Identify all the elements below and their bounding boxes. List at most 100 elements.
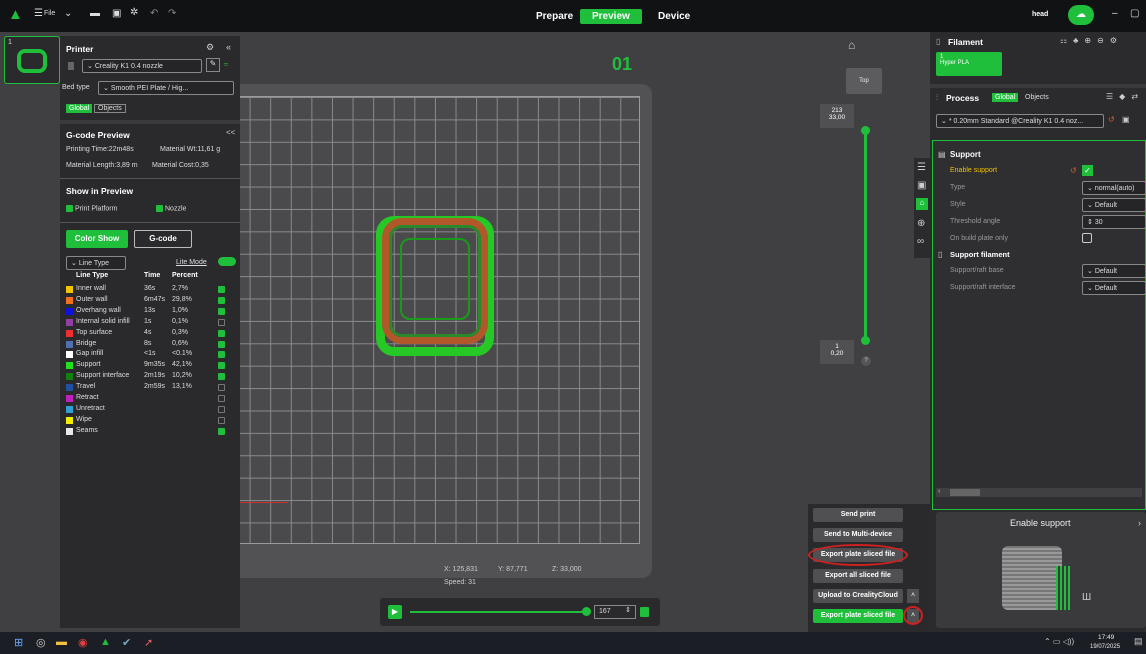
table-row[interactable]: Support 9m35s 42,1% [60,361,292,371]
help-icon[interactable]: ? [861,356,871,366]
line-visibility-checkbox[interactable] [218,351,225,359]
line-type-select[interactable]: ⌄ Line Type [66,256,126,270]
process-tools-icon[interactable]: ☰◆⇄ [1106,92,1144,101]
line-color-swatch[interactable] [66,296,73,304]
line-color-swatch[interactable] [66,416,73,424]
line-color-swatch[interactable] [66,395,73,402]
line-visibility-checkbox[interactable] [218,307,225,315]
line-visibility-checkbox[interactable] [218,296,225,304]
line-color-swatch[interactable] [66,286,73,293]
printer-settings-icon[interactable]: ⚙ [206,42,214,53]
top-view-button[interactable]: Top [846,68,882,94]
save-preset-icon[interactable]: ▣ [1122,115,1130,124]
scope-global-toggle[interactable]: Global [66,104,93,113]
line-visibility-checkbox[interactable] [218,405,225,413]
line-visibility-checkbox[interactable] [218,286,225,293]
scope-objects-toggle[interactable]: Objects [94,104,126,113]
line-visibility-checkbox[interactable] [218,329,225,337]
line-color-swatch[interactable] [66,362,73,370]
line-visibility-checkbox[interactable] [218,427,225,435]
enable-support-reset-icon[interactable]: ↺ [1070,166,1077,175]
undo-icon[interactable]: ↶ [150,8,158,19]
cloud-upload-icon[interactable]: ☁ [1068,5,1094,25]
line-visibility-checkbox[interactable] [218,384,225,392]
app-logo-icon[interactable]: ▲ [8,6,23,23]
app-icon[interactable]: ✔ [122,636,131,649]
threshold-input[interactable]: ⇕ 30 [1082,215,1146,229]
table-row[interactable]: Seams [60,427,292,437]
upload-expand-icon[interactable]: ˄ [907,589,919,603]
table-row[interactable]: Support interface 2m19s 10,2% [60,372,292,382]
filament-slot[interactable]: 1 Hyper PLA [936,52,1002,76]
play-button[interactable]: ▶ [388,605,402,619]
layer-slider-track[interactable] [864,130,867,340]
line-visibility-checkbox[interactable] [218,362,225,370]
filament-tools-icon[interactable]: ⚏♣⊕⊖⚙ [1060,36,1123,45]
line-visibility-checkbox[interactable] [218,318,225,326]
layer-slider-bottom-handle[interactable] [861,336,870,345]
file-explorer-icon[interactable]: ▬ [56,636,67,648]
tab-preview[interactable]: Preview [580,9,642,24]
scroll-left-icon[interactable]: ‹ [938,488,940,495]
seam-icon[interactable]: ⊕ [917,218,925,229]
support-paint-icon[interactable]: ⌂ [916,198,928,210]
process-objects-toggle[interactable]: Objects [1022,93,1052,102]
open-folder-icon[interactable]: ▬ [90,8,100,19]
layer-slider-top-handle[interactable] [861,126,870,135]
playback-handle[interactable] [582,607,591,616]
bed-type-select[interactable]: ⌄ Smooth PEI Plate / Hig... [98,81,234,95]
table-row[interactable]: Internal solid infill 1s 0,1% [60,318,292,328]
enable-support-checkbox[interactable]: ✓ [1082,165,1093,176]
chrome-icon[interactable]: ◉ [78,636,88,649]
save-icon[interactable]: ▣ [112,8,121,19]
tab-prepare[interactable]: Prepare [524,9,585,24]
line-visibility-checkbox[interactable] [218,340,225,348]
gcode-collapse-icon[interactable]: << [226,128,235,137]
export-plate-sliced-button-primary[interactable]: Export plate sliced file [813,609,903,623]
style-select[interactable]: ⌄ Default [1082,198,1146,212]
line-color-swatch[interactable] [66,307,73,315]
horizontal-scrollbar[interactable]: ‹ [936,488,1142,497]
process-profile-select[interactable]: ⌄ * 0.20mm Standard @Creality K1 0.4 noz… [936,114,1104,128]
assembly-icon[interactable]: ∞ [917,236,924,247]
line-color-swatch[interactable] [66,405,73,413]
table-row[interactable]: Unretract [60,405,292,415]
spin-arrows-icon[interactable]: ⇕ [625,606,631,614]
preview-card-close-icon[interactable]: › [1138,518,1141,528]
print-platform-checkbox[interactable]: Print Platform [66,205,117,212]
build-plate-only-checkbox[interactable] [1082,233,1092,243]
line-color-swatch[interactable] [66,384,73,392]
upload-crealitycloud-button[interactable]: Upload to CrealityCloud [813,589,903,603]
minimize-icon[interactable]: – [1112,8,1118,19]
line-color-swatch[interactable] [66,427,73,435]
settings-icon[interactable]: ✲ [130,7,138,18]
home-icon[interactable]: ⌂ [848,38,855,52]
table-row[interactable]: Bridge 8s 0,6% [60,340,292,350]
line-color-swatch[interactable] [66,373,73,381]
collapse-icon[interactable]: « [226,42,231,52]
notification-icon[interactable]: ▤ [1134,636,1143,647]
table-row[interactable]: Inner wall 36s 2,7% [60,285,292,295]
layers-icon[interactable]: ☰ [917,162,926,173]
tray-icons[interactable]: ⌃ ▭ ◁)) [1044,637,1074,646]
nozzle-select[interactable]: ⌄ Creality K1 0.4 nozzle [82,59,202,73]
lite-mode-toggle[interactable] [218,257,236,266]
table-row[interactable]: Retract [60,394,292,404]
scroll-thumb[interactable] [950,489,980,496]
table-row[interactable]: Outer wall 6m47s 29,8% [60,296,292,306]
send-multi-device-button[interactable]: Send to Multi-device [813,528,903,542]
app-icon-2[interactable]: ➚ [144,636,153,649]
creality-print-icon[interactable]: ▲ [100,636,111,648]
plate-thumbnail[interactable]: 1 [4,36,60,84]
process-global-toggle[interactable]: Global [992,93,1019,102]
line-visibility-checkbox[interactable] [218,395,225,402]
table-row[interactable]: Travel 2m59s 13,1% [60,383,292,393]
table-row[interactable]: Wipe [60,416,292,426]
support-base-select[interactable]: ⌄ Default [1082,264,1146,278]
windows-start-icon[interactable]: ⊞ [14,636,23,649]
export-all-sliced-button[interactable]: Export all sliced file [813,569,903,583]
line-visibility-checkbox[interactable] [218,373,225,381]
table-row[interactable]: Top surface 4s 0,3% [60,329,292,339]
table-row[interactable]: Overhang wall 13s 1,0% [60,307,292,317]
table-row[interactable]: Gap infill <1s <0.1% [60,350,292,360]
